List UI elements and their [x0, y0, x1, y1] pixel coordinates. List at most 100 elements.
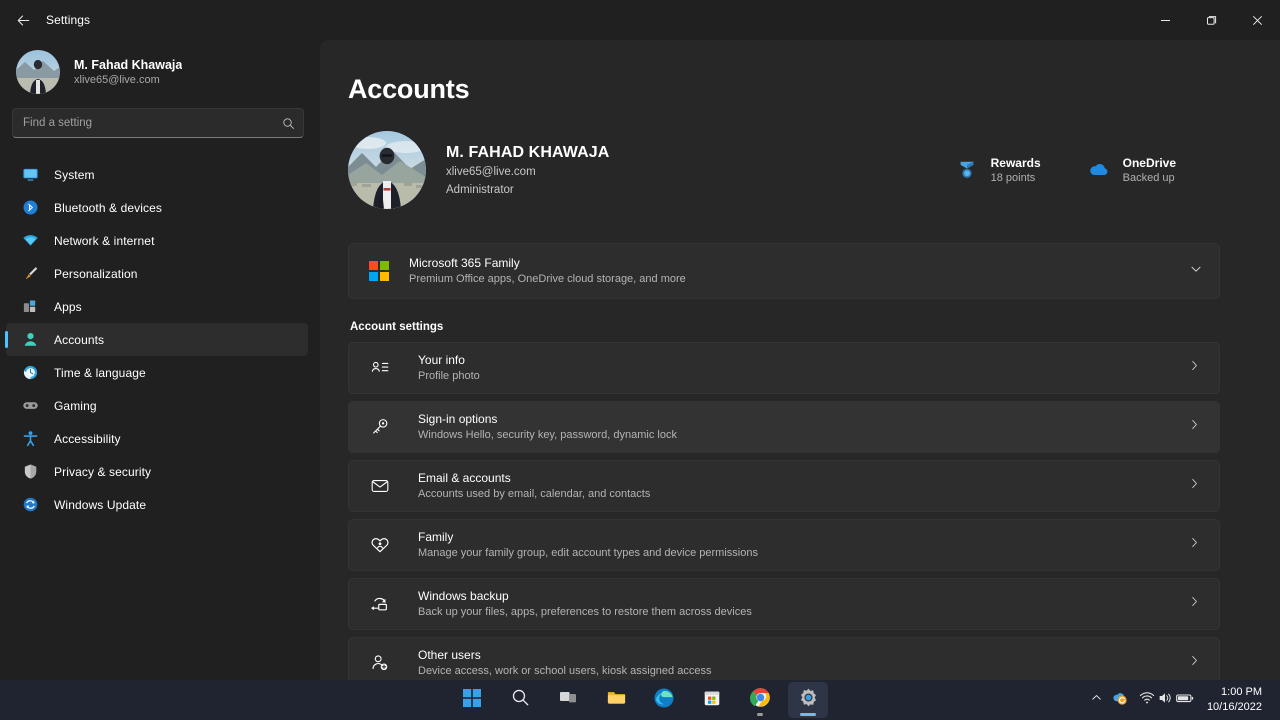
envelope-icon — [369, 475, 391, 497]
taskbar-start-button[interactable] — [452, 682, 492, 718]
sidebar-item-apps[interactable]: Apps — [6, 290, 308, 323]
taskbar-task-view-button[interactable] — [548, 682, 588, 718]
rewards-badge[interactable]: Rewards 18 points — [955, 155, 1041, 186]
clock-icon — [22, 364, 39, 381]
main-content[interactable]: Accounts M. FAHAD KHAWAJA xlive65@live.c… — [320, 40, 1280, 680]
chevron-right-icon — [1188, 477, 1201, 495]
window-body: M. Fahad Khawaja xlive65@live.com Find a… — [0, 40, 1280, 680]
account-avatar[interactable] — [348, 131, 426, 209]
person-add-icon — [369, 652, 391, 674]
update-icon — [22, 496, 39, 513]
close-button[interactable] — [1234, 0, 1280, 40]
onedrive-badge[interactable]: OneDrive Backed up — [1087, 155, 1176, 186]
folder-icon — [606, 687, 627, 713]
sidebar-item-gaming[interactable]: Gaming — [6, 389, 308, 422]
settings-row-text: Family Manage your family group, edit ac… — [418, 529, 758, 561]
sidebar-item-privacy-security[interactable]: Privacy & security — [6, 455, 308, 488]
bluetooth-icon — [22, 199, 39, 216]
settings-row-family[interactable]: Family Manage your family group, edit ac… — [348, 519, 1220, 571]
microsoft-365-card[interactable]: Microsoft 365 Family Premium Office apps… — [348, 243, 1220, 299]
taskbar-microsoft-store-button[interactable] — [692, 682, 732, 718]
taskbar-file-explorer-button[interactable] — [596, 682, 636, 718]
sidebar-item-personalization[interactable]: Personalization — [6, 257, 308, 290]
taskbar-search-button[interactable] — [500, 682, 540, 718]
sidebar: M. Fahad Khawaja xlive65@live.com Find a… — [0, 40, 320, 680]
sidebar-item-accessibility[interactable]: Accessibility — [6, 422, 308, 455]
monitor-icon — [22, 166, 39, 183]
chevron-right-icon — [1188, 595, 1201, 613]
chevron-right-icon — [1188, 418, 1201, 436]
sidebar-item-label: System — [54, 167, 95, 182]
battery-icon — [1175, 690, 1195, 711]
settings-row-windows-backup[interactable]: Windows backup Back up your files, apps,… — [348, 578, 1220, 630]
backup-sync-icon — [369, 593, 391, 615]
sidebar-profile[interactable]: M. Fahad Khawaja xlive65@live.com — [0, 40, 320, 108]
sidebar-item-system[interactable]: System — [6, 158, 308, 191]
settings-row-text: Email & accounts Accounts used by email,… — [418, 470, 650, 502]
settings-row-title: Sign-in options — [418, 412, 498, 426]
settings-row-email-accounts[interactable]: Email & accounts Accounts used by email,… — [348, 460, 1220, 512]
taskbar-edge-button[interactable] — [644, 682, 684, 718]
tray-quick-settings-button[interactable] — [1133, 684, 1201, 716]
chevron-right-icon — [1188, 536, 1201, 554]
settings-row-subtitle: Manage your family group, edit account t… — [418, 547, 758, 559]
cloud-icon — [1087, 158, 1111, 182]
onedrive-text: OneDrive Backed up — [1123, 155, 1176, 186]
minimize-button[interactable] — [1142, 0, 1188, 40]
sidebar-item-bluetooth-devices[interactable]: Bluetooth & devices — [6, 191, 308, 224]
account-details: M. FAHAD KHAWAJA xlive65@live.com Admini… — [446, 142, 609, 199]
back-arrow-icon — [17, 14, 29, 26]
settings-row-other-users[interactable]: Other users Device access, work or schoo… — [348, 637, 1220, 680]
rewards-points: 18 points — [990, 171, 1036, 184]
taskbar-clock[interactable]: 1:00 PM 10/16/2022 — [1201, 682, 1272, 718]
onedrive-status: Backed up — [1122, 171, 1175, 184]
account-badges: Rewards 18 points OneDrive Backed up — [955, 155, 1220, 186]
medal-icon — [955, 158, 979, 182]
accessibility-icon — [22, 430, 39, 447]
settings-row-sign-in-options[interactable]: Sign-in options Windows Hello, security … — [348, 401, 1220, 453]
settings-row-your-info[interactable]: Your info Profile photo — [348, 342, 1220, 394]
sidebar-item-label: Personalization — [54, 266, 138, 281]
sidebar-item-windows-update[interactable]: Windows Update — [6, 488, 308, 521]
rewards-text: Rewards 18 points — [991, 155, 1041, 186]
taskbar-chrome-button[interactable] — [740, 682, 780, 718]
avatar-photo — [16, 50, 60, 94]
microsoft-365-text: Microsoft 365 Family Premium Office apps… — [409, 255, 686, 287]
sidebar-item-label: Windows Update — [54, 497, 147, 512]
search-box[interactable] — [12, 108, 304, 138]
account-email: xlive65@live.com — [446, 165, 536, 178]
onedrive-title: OneDrive — [1122, 155, 1176, 170]
back-button[interactable] — [6, 5, 40, 35]
chevron-up-icon — [1090, 691, 1103, 709]
tray-expand-button[interactable] — [1086, 684, 1107, 716]
contact-card-icon — [369, 357, 391, 379]
settings-row-subtitle: Back up your files, apps, preferences to… — [418, 606, 752, 618]
maximize-button[interactable] — [1188, 0, 1234, 40]
avatar — [16, 50, 60, 94]
sidebar-profile-name: M. Fahad Khawaja — [74, 57, 183, 72]
microsoft-365-subtitle: Premium Office apps, OneDrive cloud stor… — [409, 273, 686, 285]
settings-row-title: Your info — [418, 353, 465, 367]
taskbar-settings-button[interactable] — [788, 682, 828, 718]
rewards-title: Rewards — [990, 155, 1041, 170]
gear-icon — [798, 687, 819, 713]
sidebar-nav: System Bluetooth & devices Network & int… — [0, 158, 320, 521]
sidebar-item-label: Accounts — [54, 332, 105, 347]
edge-icon — [653, 687, 675, 714]
sidebar-item-time-language[interactable]: Time & language — [6, 356, 308, 389]
tray-onedrive-button[interactable] — [1107, 684, 1133, 716]
close-icon — [1252, 15, 1262, 25]
sidebar-item-accounts[interactable]: Accounts — [5, 323, 308, 356]
window-controls — [1142, 0, 1280, 40]
settings-row-text: Other users Device access, work or schoo… — [418, 647, 711, 679]
microsoft-365-title: Microsoft 365 Family — [409, 256, 520, 270]
settings-row-text: Windows backup Back up your files, apps,… — [418, 588, 752, 620]
sidebar-item-network-internet[interactable]: Network & internet — [6, 224, 308, 257]
onedrive-sync-icon — [1111, 689, 1129, 712]
settings-row-text: Your info Profile photo — [418, 352, 480, 384]
chevron-down-icon[interactable] — [1189, 262, 1203, 281]
store-icon — [702, 688, 722, 713]
search-input[interactable] — [23, 117, 282, 129]
family-heart-icon — [369, 534, 391, 556]
settings-row-subtitle: Device access, work or school users, kio… — [418, 665, 712, 677]
